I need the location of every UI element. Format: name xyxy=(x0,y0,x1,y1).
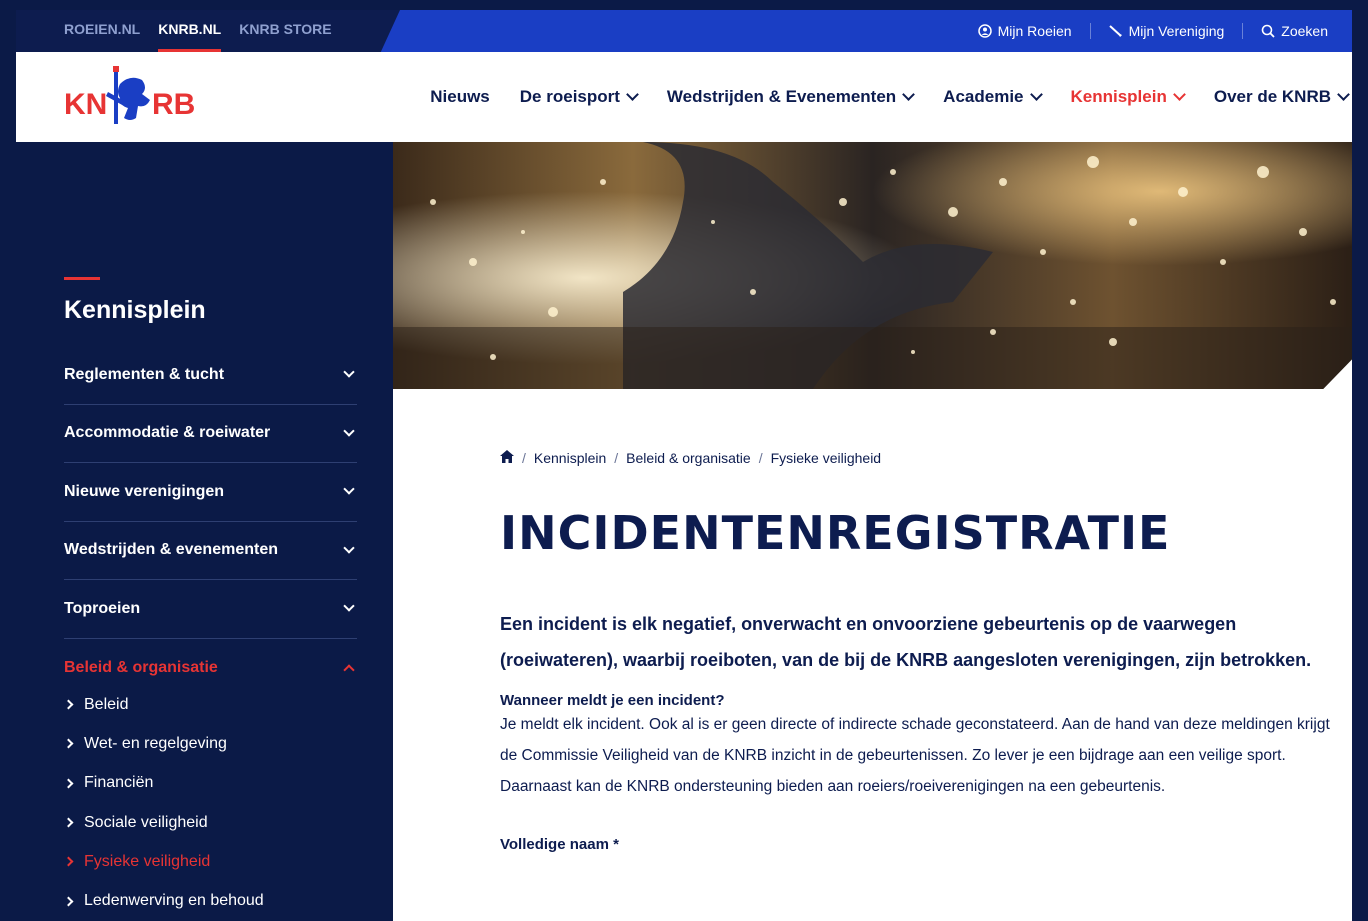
submenu-item-sociale-veiligheid[interactable]: Sociale veiligheid xyxy=(63,803,357,842)
search-icon xyxy=(1261,24,1275,38)
chevron-down-icon xyxy=(343,600,355,612)
chevron-down-icon xyxy=(902,88,916,101)
sidebar-title: Kennisplein xyxy=(64,296,206,324)
breadcrumb-link-kennisplein[interactable]: Kennisplein xyxy=(534,450,606,466)
submenu-item-beleid[interactable]: Beleid xyxy=(63,685,357,724)
zoeken-link[interactable]: Zoeken xyxy=(1242,23,1346,39)
nav-academie-label: Academie xyxy=(943,87,1024,106)
mijn-roeien-link[interactable]: Mijn Roeien xyxy=(960,23,1090,39)
mijn-vereniging-label: Mijn Vereniging xyxy=(1128,23,1225,39)
breadcrumb-link-beleid[interactable]: Beleid & organisatie xyxy=(626,450,751,466)
logo-rb-text: RB xyxy=(152,88,195,121)
chevron-down-icon xyxy=(626,88,639,101)
sidebar-item-reglementen[interactable]: Reglementen & tucht xyxy=(64,346,357,405)
zoeken-label: Zoeken xyxy=(1281,23,1328,39)
oar-icon xyxy=(1108,24,1123,38)
sidebar-item-nieuwe-verenigingen[interactable]: Nieuwe verenigingen xyxy=(64,463,357,522)
chevron-down-icon xyxy=(343,483,355,495)
nav-wedstrijden-label: Wedstrijden & Evenementen xyxy=(666,87,897,106)
chevron-down-icon xyxy=(1172,88,1186,101)
lead-paragraph: Een incident is elk negatief, onverwacht… xyxy=(500,614,1312,670)
chevron-down-icon xyxy=(343,542,355,554)
chevron-down-icon xyxy=(1029,88,1043,101)
site-link-store[interactable]: KNRB STORE xyxy=(239,10,331,52)
page-title: INCIDENTENREGISTRATIE xyxy=(500,506,1171,560)
site-frame: ROEIEN.NL KNRB.NL KNRB STORE Mijn Roeien… xyxy=(16,10,1352,921)
sidebar-menu: Reglementen & tucht Accommodatie & roeiw… xyxy=(64,346,357,697)
chevron-right-icon xyxy=(63,856,74,867)
submenu-item-label: Sociale veiligheid xyxy=(84,813,208,831)
submenu-item-financien[interactable]: Financiën xyxy=(63,764,357,803)
breadcrumb-separator: / xyxy=(614,450,619,466)
nav-nieuws-label: Nieuws xyxy=(430,87,490,106)
knrb-logo[interactable]: KN RB xyxy=(64,62,204,132)
submenu-item-label: Ledenwerving en behoud xyxy=(84,892,264,910)
sidebar-accent-rule xyxy=(64,277,100,280)
sidebar-item-label: Accommodatie & roeiwater xyxy=(64,424,271,442)
site-link-roeien[interactable]: ROEIEN.NL xyxy=(64,10,140,52)
submenu-item-fysieke-veiligheid[interactable]: Fysieke veiligheid xyxy=(63,842,357,881)
submenu-item-wet-regelgeving[interactable]: Wet- en regelgeving xyxy=(63,724,357,763)
site-switcher: ROEIEN.NL KNRB.NL KNRB STORE xyxy=(64,10,332,52)
chevron-down-icon xyxy=(343,366,355,378)
nav-wedstrijden[interactable]: Wedstrijden & Evenementen xyxy=(666,87,916,107)
sidebar-item-accommodatie[interactable]: Accommodatie & roeiwater xyxy=(64,405,357,463)
nav-over-label: Over de KNRB xyxy=(1213,87,1331,106)
utility-links: Mijn Roeien Mijn Vereniging Zoeken xyxy=(960,10,1346,52)
chevron-up-icon xyxy=(343,664,355,676)
knrb-logo-graphic: KN RB xyxy=(64,66,195,124)
mijn-vereniging-link[interactable]: Mijn Vereniging xyxy=(1089,23,1243,39)
breadcrumb: / Kennisplein / Beleid & organisatie / F… xyxy=(500,450,1352,466)
nav-de-roeisport[interactable]: De roeisport xyxy=(519,87,639,107)
main-header: KN RB Nieuws De roeisport Wedstrijden & … xyxy=(16,52,1352,142)
hero-image xyxy=(393,142,1352,389)
submenu-item-label: Beleid xyxy=(84,695,129,713)
main-nav: Nieuws De roeisport Wedstrijden & Evenem… xyxy=(430,52,1350,142)
submenu-item-label: Wet- en regelgeving xyxy=(84,734,227,752)
sidebar-item-wedstrijden[interactable]: Wedstrijden & evenementen xyxy=(64,522,357,580)
full-name-label: Volledige naam * xyxy=(500,836,619,853)
body-paragraph: Je meldt elk incident. Ook al is er geen… xyxy=(500,716,1330,795)
submenu-item-label: Fysieke veiligheid xyxy=(84,852,211,870)
sidebar-item-label: Toproeien xyxy=(64,599,141,617)
nav-academie[interactable]: Academie xyxy=(943,87,1043,107)
chevron-right-icon xyxy=(63,817,74,828)
breadcrumb-separator: / xyxy=(758,450,763,466)
section-question: Wanneer meldt je een incident? xyxy=(500,692,725,709)
user-circle-icon xyxy=(977,24,992,38)
site-link-knrb[interactable]: KNRB.NL xyxy=(158,10,222,52)
nav-nieuws[interactable]: Nieuws xyxy=(430,87,490,107)
chevron-right-icon xyxy=(63,896,74,907)
breadcrumb-current: Fysieke veiligheid xyxy=(770,450,882,466)
home-icon[interactable] xyxy=(500,450,514,466)
nav-over-de-knrb[interactable]: Over de KNRB xyxy=(1213,87,1350,107)
submenu-item-label: Financiën xyxy=(84,774,154,792)
chevron-right-icon xyxy=(63,778,74,789)
chevron-down-icon xyxy=(343,425,355,437)
page: ROEIEN.NL KNRB.NL KNRB STORE Mijn Roeien… xyxy=(0,0,1368,921)
sidebar-item-label: Wedstrijden & evenementen xyxy=(64,541,278,559)
rower-spray-photo xyxy=(393,142,1352,389)
top-bar: ROEIEN.NL KNRB.NL KNRB STORE Mijn Roeien… xyxy=(16,10,1352,52)
sidebar-item-label: Nieuwe verenigingen xyxy=(64,482,225,500)
chevron-right-icon xyxy=(63,699,74,710)
nav-kennisplein[interactable]: Kennisplein xyxy=(1070,87,1186,107)
nav-kennisplein-label: Kennisplein xyxy=(1070,87,1167,106)
main-content: / Kennisplein / Beleid & organisatie / F… xyxy=(500,450,1352,853)
chevron-down-icon xyxy=(1337,88,1350,101)
logo-kn-text: KN xyxy=(64,88,107,121)
mijn-roeien-label: Mijn Roeien xyxy=(997,23,1072,39)
sidebar-submenu: Beleid Wet- en regelgeving Financiën Soc… xyxy=(63,685,357,921)
breadcrumb-separator: / xyxy=(522,450,526,466)
sidebar-item-toproeien[interactable]: Toproeien xyxy=(64,580,357,639)
submenu-item-ledenwerving[interactable]: Ledenwerving en behoud xyxy=(63,881,357,920)
sidebar: Kennisplein Reglementen & tucht Accommod… xyxy=(16,142,393,921)
sidebar-item-label: Beleid & organisatie xyxy=(64,658,218,676)
nav-de-roeisport-label: De roeisport xyxy=(519,87,620,106)
lion-icon xyxy=(106,66,150,124)
chevron-right-icon xyxy=(63,738,74,749)
sidebar-item-label: Reglementen & tucht xyxy=(64,365,225,383)
